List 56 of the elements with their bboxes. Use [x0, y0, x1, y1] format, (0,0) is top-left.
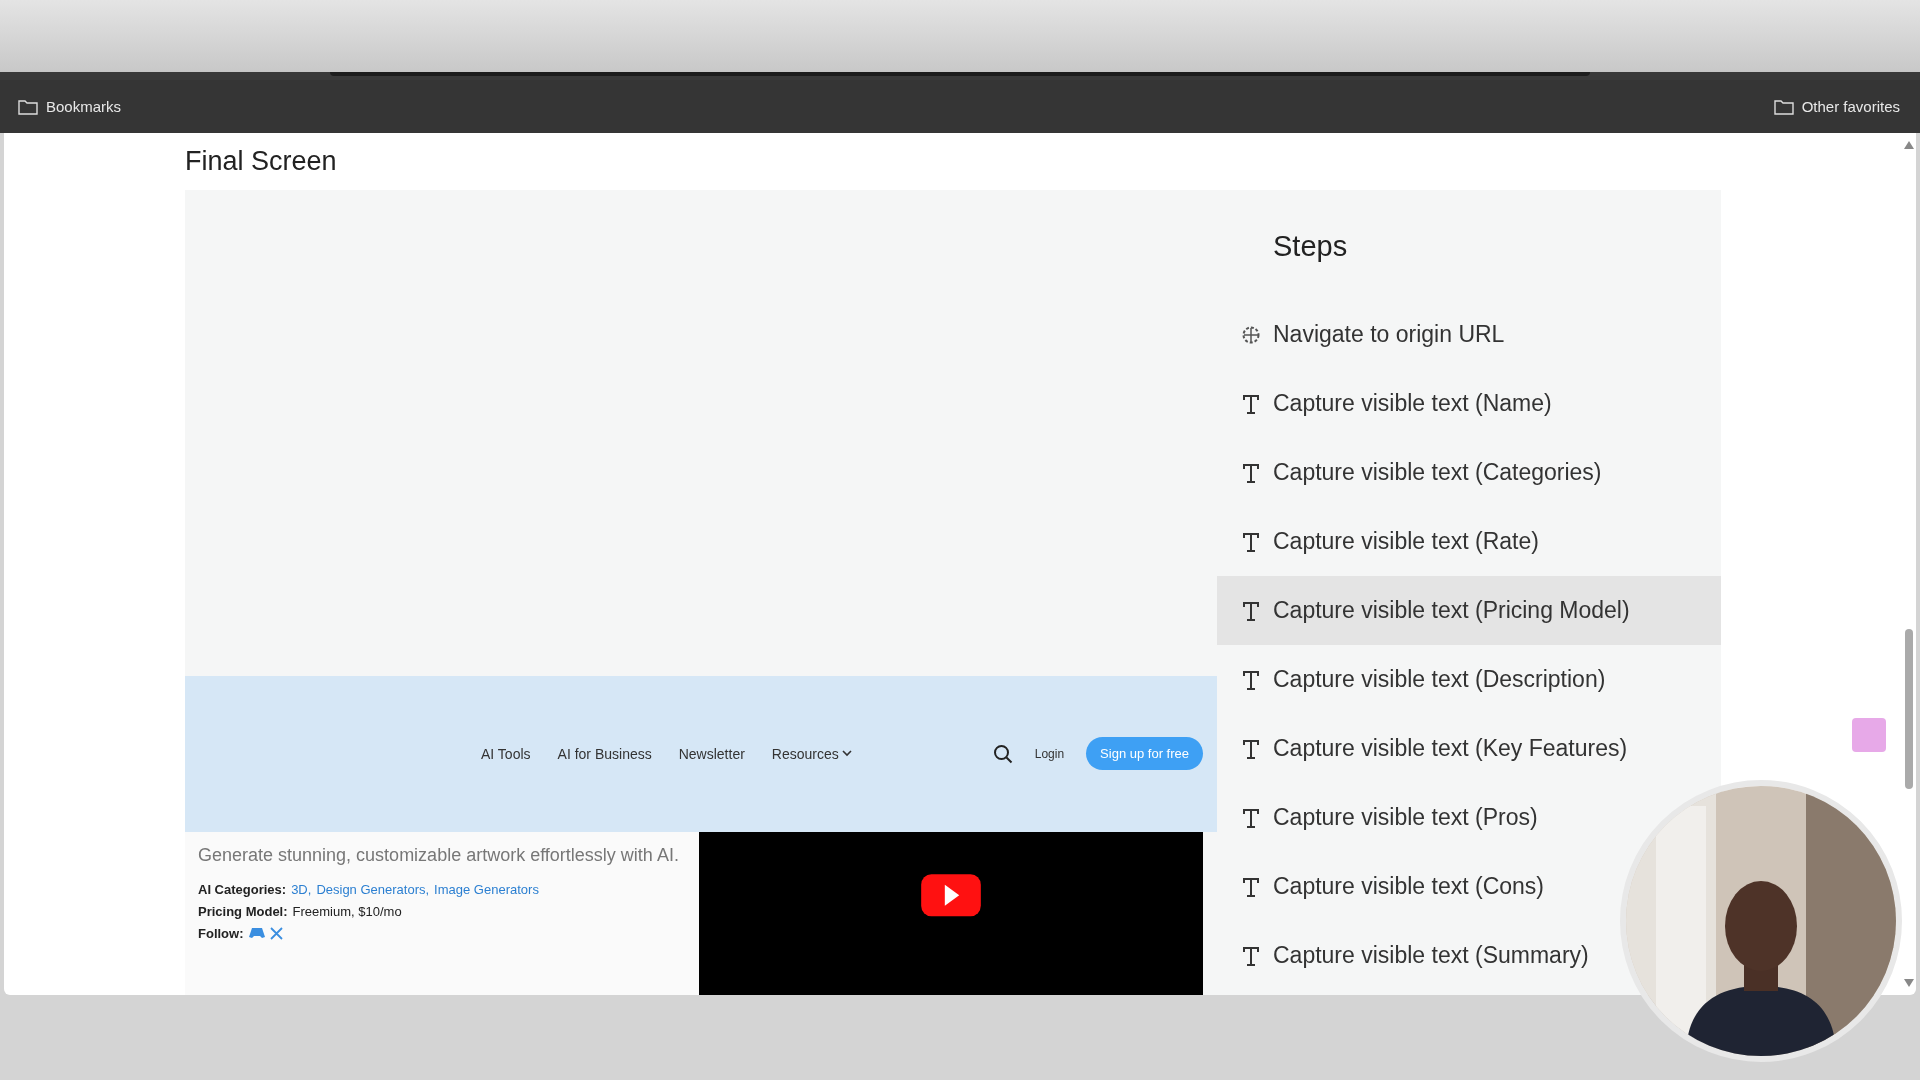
login-link[interactable]: Login [1034, 746, 1065, 761]
other-favorites-folder[interactable]: Other favorites [1769, 94, 1904, 119]
category-link[interactable]: 3D, [291, 881, 312, 897]
tagline: Generate stunning, customizable artwork effortlessly with AI. [198, 843, 680, 867]
pricing-value: Freemium, $10/mo [292, 903, 402, 919]
x-icon[interactable] [269, 926, 283, 940]
step-label: Capture visible text (Description) [1273, 666, 1606, 693]
step-label: Capture visible text (Summary) [1273, 942, 1589, 969]
step-label: Capture visible text (Pros) [1273, 804, 1538, 831]
text-icon [1241, 461, 1261, 484]
text-icon [1241, 944, 1261, 967]
step-item[interactable]: Navigate to origin URL [1217, 300, 1513, 369]
nav-link[interactable]: AI for Business [557, 745, 652, 762]
step-item[interactable]: Capture visible text (Categories) [1217, 438, 1610, 507]
text-icon [1241, 737, 1261, 760]
step-item[interactable]: Capture visible text (Rate) [1217, 507, 1547, 576]
step-item[interactable]: Capture visible text (Pricing Model) [1217, 576, 1721, 645]
pricing-label: Pricing Model: [198, 903, 288, 919]
folder-icon [18, 98, 38, 115]
text-icon [1241, 530, 1261, 553]
step-label: Capture visible text (Rate) [1273, 528, 1539, 555]
chevron-down-icon [841, 750, 852, 758]
search-icon[interactable] [992, 743, 1013, 764]
follow-label: Follow: [198, 925, 244, 941]
step-label: Navigate to origin URL [1273, 321, 1505, 348]
step-item[interactable]: Capture visible text (Key Features) [1217, 714, 1636, 783]
text-icon [1241, 392, 1261, 415]
step-label: Capture visible text (Name) [1273, 390, 1552, 417]
globe-icon [1241, 324, 1261, 345]
category-link[interactable]: Design Generators, [316, 881, 430, 897]
text-icon [1241, 599, 1261, 622]
steps-title: Steps [1272, 230, 1349, 264]
scrollbar-thumb[interactable] [1905, 629, 1913, 789]
categories-label: AI Categories: [198, 881, 287, 897]
text-icon [1241, 668, 1261, 691]
step-item[interactable]: Capture visible text (Name) [1217, 369, 1560, 438]
step-item[interactable]: Capture visible text (Cons) [1217, 852, 1552, 921]
text-icon [1241, 806, 1261, 829]
step-label: Capture visible text (Pricing Model) [1273, 597, 1630, 624]
step-item[interactable]: Capture visible text (Description) [1217, 645, 1614, 714]
scroll-down-icon[interactable] [1904, 979, 1914, 987]
step-label: Capture visible text (Key Features) [1273, 735, 1628, 762]
folder-icon [1773, 98, 1794, 115]
gamepad-icon[interactable] [248, 927, 265, 940]
nav-link[interactable]: AI Tools [481, 745, 531, 762]
step-label: Capture visible text (Cons) [1273, 873, 1544, 900]
scroll-up-icon[interactable] [1904, 141, 1914, 149]
section-title: Final Screen [185, 145, 338, 178]
step-item[interactable]: Capture visible text (Summary) [1217, 921, 1597, 990]
step-item[interactable]: Capture visible text (Pros) [1217, 783, 1546, 852]
text-icon [1241, 875, 1261, 898]
step-label: Capture visible text (Categories) [1273, 459, 1602, 486]
nav-link[interactable]: Newsletter [678, 745, 745, 762]
category-link[interactable]: Image Generators [434, 881, 539, 897]
nav-link[interactable]: Resources [771, 745, 852, 762]
bookmarks-folder[interactable]: Bookmarks [14, 94, 126, 119]
